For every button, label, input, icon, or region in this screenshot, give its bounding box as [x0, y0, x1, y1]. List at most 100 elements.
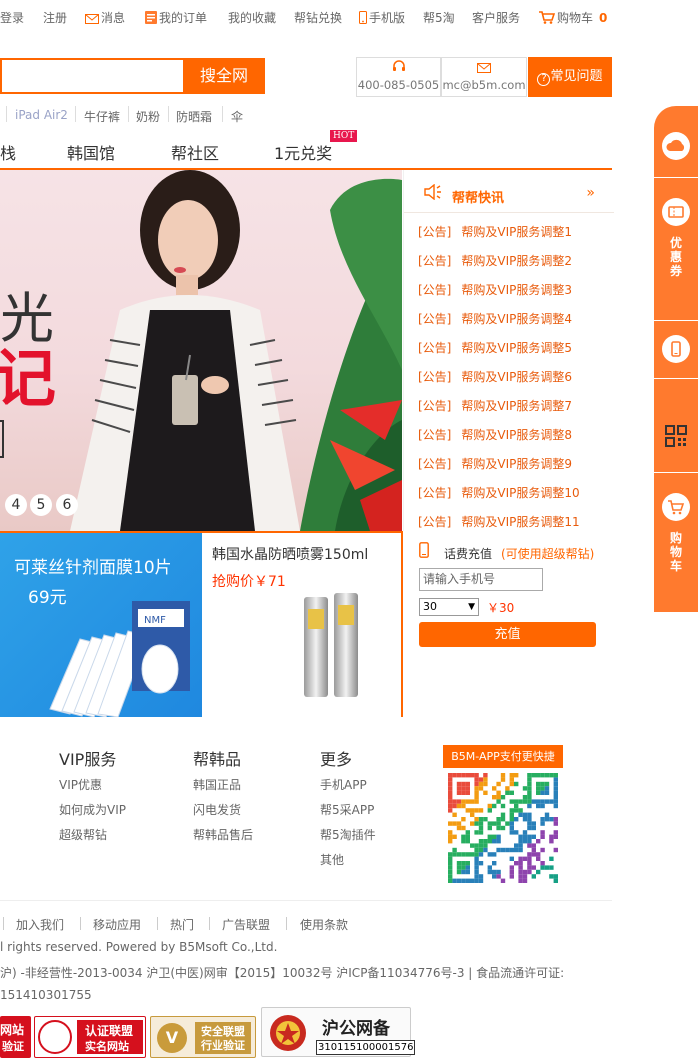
- badge-text: 网站: [0, 1023, 25, 1037]
- site-verify-badge[interactable]: 网站 验证: [0, 1016, 31, 1058]
- news-item[interactable]: [公告] 帮购及VIP服务调整10: [418, 484, 580, 501]
- footer-link[interactable]: 帮韩品售后: [193, 826, 253, 843]
- carousel-dot[interactable]: 5: [30, 494, 52, 516]
- promo-top-border: [0, 531, 403, 533]
- link-separator: [286, 917, 287, 930]
- cart-icon: [662, 493, 690, 521]
- sidebar-coupon-text: 优惠券: [669, 236, 682, 278]
- recharge-note: (可使用超级帮钻): [501, 547, 595, 561]
- banner-illustration: [70, 170, 402, 531]
- hot-keyword[interactable]: 牛仔裤: [84, 108, 120, 125]
- footer-bottom-link[interactable]: 使用条款: [300, 916, 348, 933]
- promo-card-mask[interactable]: 可莱丝针剂面膜10片 69元 NMF: [0, 533, 202, 717]
- my-favorites-link[interactable]: 我的收藏: [228, 9, 276, 26]
- nav-item-lottery[interactable]: 1元兑奖: [274, 140, 332, 164]
- hot-badge: HOT: [330, 130, 358, 142]
- my-orders-link[interactable]: 我的订单: [145, 9, 207, 26]
- news-item[interactable]: [公告] 帮购及VIP服务调整6: [418, 368, 572, 385]
- coupon-icon: [662, 198, 690, 226]
- qrcode-icon: [665, 425, 687, 447]
- cart-link[interactable]: 购物车 0: [539, 9, 607, 26]
- sidebar-coupon-label: 优惠券: [654, 236, 698, 278]
- carousel-dot[interactable]: 4: [5, 494, 27, 516]
- nav-item-community[interactable]: 帮社区: [171, 140, 219, 164]
- mail-icon: [85, 14, 99, 24]
- footer-link[interactable]: 韩国正品: [193, 776, 241, 793]
- news-item[interactable]: [公告] 帮购及VIP服务调整1: [418, 223, 572, 240]
- news-item[interactable]: [公告] 帮购及VIP服务调整7: [418, 397, 572, 414]
- app-qr-code[interactable]: [443, 768, 563, 888]
- keyword-divider: [222, 106, 223, 122]
- security-alliance-badge[interactable]: V 安全联盟 行业验证: [150, 1016, 256, 1058]
- register-link[interactable]: 注册: [43, 9, 67, 26]
- news-item[interactable]: [公告] 帮购及VIP服务调整3: [418, 281, 572, 298]
- footer-link[interactable]: 超级帮钻: [59, 826, 107, 843]
- news-item[interactable]: [公告] 帮购及VIP服务调整11: [418, 513, 580, 530]
- banner-button-frame: [0, 420, 4, 458]
- footer-link[interactable]: VIP优惠: [59, 776, 102, 793]
- news-more-link[interactable]: »: [586, 185, 595, 201]
- mobile-link[interactable]: 手机版: [359, 9, 405, 26]
- cloud-icon: [662, 132, 690, 160]
- news-item[interactable]: [公告] 帮购及VIP服务调整4: [418, 310, 572, 327]
- nav-item-korea[interactable]: 韩国馆: [67, 140, 115, 164]
- exchange-link[interactable]: 帮钻兑换: [294, 9, 342, 26]
- public-security-badge[interactable]: 沪公网备 310115100001576: [261, 1007, 416, 1057]
- sidebar-coupon[interactable]: 优惠券: [654, 178, 698, 321]
- hot-keyword[interactable]: 防晒霜: [176, 108, 212, 125]
- shield-v-icon: V: [157, 1023, 187, 1053]
- promo-title: 韩国水晶防晒喷雾150ml: [212, 547, 369, 563]
- footer-link[interactable]: 手机APP: [320, 776, 367, 793]
- speaker-icon: [424, 184, 441, 200]
- nav-item[interactable]: 栈: [0, 140, 16, 164]
- amount-value: 30: [423, 600, 437, 613]
- footer-link[interactable]: 闪电发货: [193, 801, 241, 818]
- email-contact[interactable]: mc@b5m.com: [441, 57, 527, 97]
- news-item[interactable]: [公告] 帮购及VIP服务调整5: [418, 339, 572, 356]
- sidebar-home[interactable]: [654, 106, 698, 178]
- messages-link[interactable]: 消息: [85, 9, 125, 26]
- amount-select[interactable]: 30 ▼: [419, 598, 479, 616]
- email-address: mc@b5m.com: [442, 78, 526, 92]
- phone-number-input[interactable]: 请输入手机号: [419, 568, 543, 591]
- hero-banner[interactable]: 光 记 4 5 6: [0, 170, 402, 531]
- promo-card-sunscreen[interactable]: 韩国水晶防晒喷雾150ml 抢购价￥71: [202, 533, 403, 717]
- footer-link[interactable]: 帮5采APP: [320, 801, 374, 818]
- faq-button[interactable]: ? 常见问题: [528, 57, 612, 97]
- customer-service-link[interactable]: 客户服务: [472, 9, 520, 26]
- recharge-label: 话费充值: [444, 547, 493, 561]
- news-item[interactable]: [公告] 帮购及VIP服务调整2: [418, 252, 572, 269]
- footer-bottom-link[interactable]: 加入我们: [16, 916, 64, 933]
- hot-keyword[interactable]: 伞: [231, 108, 243, 125]
- cart-icon: [539, 11, 555, 24]
- footer-bottom-link[interactable]: 广告联盟: [222, 916, 270, 933]
- hot-keyword[interactable]: iPad Air2: [15, 108, 68, 122]
- search-input[interactable]: [0, 58, 183, 94]
- footer-bottom-link[interactable]: 热门: [170, 916, 194, 933]
- footer-bottom-link[interactable]: 移动应用: [93, 916, 141, 933]
- phone-icon: [359, 11, 367, 24]
- cart-label: 购物车: [557, 11, 594, 25]
- sidebar-mobile[interactable]: [654, 321, 698, 379]
- sidebar-cart[interactable]: 购物车: [654, 473, 698, 612]
- auth-alliance-badge[interactable]: 认证联盟 实名网站: [34, 1016, 146, 1058]
- badge-number: 310115100001576: [316, 1040, 416, 1055]
- footer-link[interactable]: 帮5淘插件: [320, 826, 376, 843]
- right-sidebar: 优惠券 购物车: [654, 106, 698, 612]
- hot-keyword[interactable]: 奶粉: [136, 108, 160, 125]
- banner-headline-red: 记: [0, 342, 57, 415]
- footer-link[interactable]: 如何成为VIP: [59, 801, 126, 818]
- sidebar-qrcode[interactable]: [654, 379, 698, 473]
- footer-link[interactable]: 其他: [320, 851, 344, 868]
- news-item[interactable]: [公告] 帮购及VIP服务调整8: [418, 426, 572, 443]
- search-button[interactable]: 搜全网: [183, 58, 265, 94]
- b5taobao-link[interactable]: 帮5淘: [423, 9, 455, 26]
- qr-caption: B5M-APP支付更快捷: [443, 745, 563, 768]
- top-bar: 登录 注册 消息 我的订单 我的收藏 帮钻兑换 手机版 帮5淘 客户服务 购物车…: [0, 0, 698, 34]
- phone-contact[interactable]: 400-085-0505: [356, 57, 441, 97]
- news-item[interactable]: [公告] 帮购及VIP服务调整9: [418, 455, 572, 472]
- login-link[interactable]: 登录: [0, 9, 24, 26]
- keyword-divider: [6, 106, 7, 122]
- carousel-dot[interactable]: 6: [56, 494, 78, 516]
- recharge-button[interactable]: 充值: [419, 622, 596, 647]
